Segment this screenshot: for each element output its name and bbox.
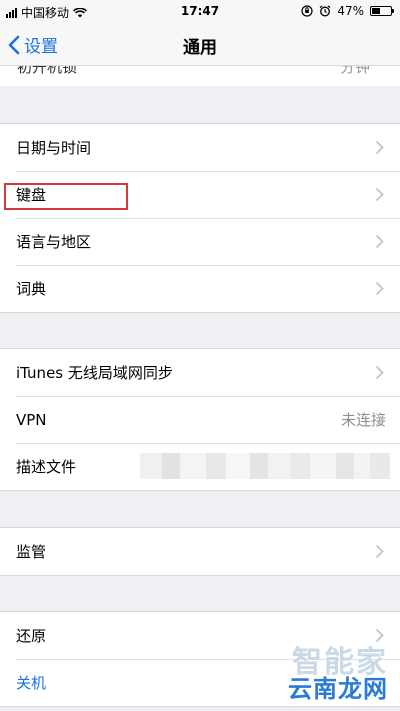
row-shutdown[interactable]: 关机 [0,659,400,706]
orientation-lock-icon [301,5,313,17]
chevron-right-icon [375,628,384,643]
chevron-right-icon [375,365,384,380]
row-dictionary[interactable]: 词典 [0,265,400,312]
row-reset[interactable]: 还原 [0,612,400,659]
partial-row[interactable]: 初开机锁 分钟 [0,66,400,86]
row-language-region[interactable]: 语言与地区 [0,218,400,265]
row-label: 日期与时间 [16,139,92,157]
chevron-right-icon [375,234,384,249]
settings-group-3: 监管 [0,527,400,576]
row-date-time[interactable]: 日期与时间 [0,124,400,171]
row-label: VPN [16,410,47,429]
row-label: 键盘 [16,186,47,204]
row-label: 监管 [16,543,47,561]
settings-group-1: 日期与时间 键盘 语言与地区 词典 [0,123,400,313]
chevron-right-icon [375,544,384,559]
status-right: 47% [301,4,394,18]
row-supervision[interactable]: 监管 [0,528,400,575]
partial-row-value: 分钟 [339,66,370,76]
chevron-right-icon [375,187,384,202]
row-label: iTunes 无线局域网同步 [16,364,173,382]
row-label: 语言与地区 [16,233,92,251]
status-bar: 中国移动 17:47 47% [0,0,400,22]
battery-percent: 47% [337,4,364,18]
blurred-content [140,453,390,479]
page-title: 通用 [183,38,217,58]
row-itunes-wifi-sync[interactable]: iTunes 无线局域网同步 [0,349,400,396]
chevron-right-icon [375,140,384,155]
navigation-bar: 设置 通用 [0,22,400,66]
partial-row-label: 初开机锁 [17,66,78,76]
row-label: 词典 [16,280,47,298]
chevron-right-icon [375,281,384,296]
battery-icon [370,6,394,16]
chevron-right-icon [375,412,384,427]
alarm-icon [319,5,331,17]
settings-group-4: 还原 关机 [0,611,400,707]
row-keyboard[interactable]: 键盘 [0,171,400,218]
shutdown-label: 关机 [16,674,47,692]
row-vpn[interactable]: VPN 未连接 [0,396,400,443]
row-label: 还原 [16,627,47,645]
